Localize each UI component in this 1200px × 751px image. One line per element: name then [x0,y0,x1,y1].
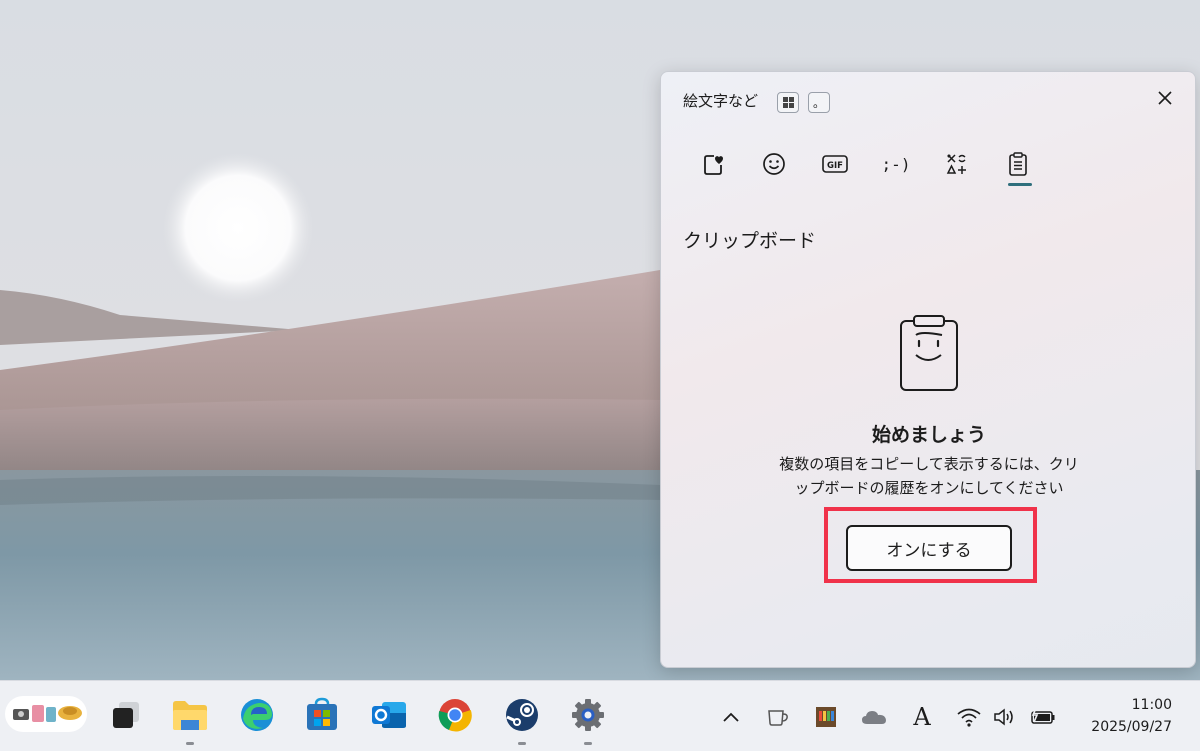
section-title: クリップボード [683,230,817,252]
emoji-clipboard-panel: 絵文字など 。 GIF ;-) クリップボード 始めましょう 複数の項目をコピー… [660,71,1196,668]
running-indicator [186,742,194,745]
smiley-icon [763,153,785,175]
tab-favorites[interactable] [691,142,735,186]
steam-icon [506,699,538,731]
gear-icon [572,699,604,731]
widgets-icon [5,696,87,732]
cup-icon [768,710,788,726]
battery-charging-icon [1031,707,1055,724]
tab-emoji[interactable] [752,142,796,186]
taskbar-microsoft-store[interactable] [298,691,346,739]
happy-clipboard-icon [900,315,958,391]
cloud-icon [862,711,886,724]
chrome-icon [438,699,472,732]
wifi-icon [957,708,981,727]
running-indicator [584,742,592,745]
tray-battery[interactable] [1026,701,1060,733]
tray-wifi[interactable] [952,701,986,733]
tab-clipboard[interactable] [996,142,1040,186]
taskbar-steam[interactable] [498,691,546,745]
tab-symbols[interactable] [935,142,979,186]
running-indicator [518,742,526,745]
taskbar: A 11:00 2025/09/27 [0,680,1200,751]
tab-gif[interactable]: GIF [813,142,857,186]
show-hidden-icons-button[interactable] [714,701,748,733]
taskbar-widgets[interactable] [4,689,88,739]
clock-date: 2025/09/27 [1091,719,1172,735]
gif-icon: GIF [822,155,848,173]
ime-mode-label: A [913,703,931,731]
period-key-hint: 。 [808,92,830,113]
clock-time: 11:00 [1131,697,1172,713]
volume-icon [994,708,1013,726]
taskbar-chrome[interactable] [431,691,479,739]
taskbar-file-explorer[interactable] [166,691,214,745]
tray-app[interactable] [809,701,843,733]
tray-cup[interactable] [761,701,795,733]
description-line-1: 複数の項目をコピーして表示するには、クリ [779,455,1079,473]
app-icon [816,707,836,727]
taskbar-edge[interactable] [233,691,281,739]
edge-icon [241,699,273,731]
taskbar-clock[interactable]: 11:00 2025/09/27 [1091,694,1172,738]
taskbar-settings[interactable] [564,691,612,745]
symbols-icon [946,154,966,174]
description-line-2: ップボードの履歴をオンにしてください [794,479,1064,497]
tray-onedrive[interactable] [857,701,891,733]
svg-text:GIF: GIF [827,161,843,171]
panel-title: 絵文字など [683,92,759,110]
selected-tab-indicator [1008,183,1032,186]
category-tabs: GIF ;-) [683,142,1043,192]
tray-ime-mode[interactable]: A [905,701,939,733]
task-view-icon [113,702,139,728]
heart-icon [704,155,723,175]
chevron-up-icon [723,712,739,722]
outlook-icon [372,702,406,728]
turn-on-button[interactable]: オンにする [846,525,1012,571]
tab-kaomoji[interactable]: ;-) [874,142,918,186]
empty-state-heading: 始めましょう [871,424,986,446]
taskbar-task-view[interactable] [102,691,150,739]
folder-icon [173,701,207,730]
store-icon [307,697,337,730]
empty-state-description: 複数の項目をコピーして表示するには、クリ ップボードの履歴をオンにしてください [729,452,1129,500]
close-icon [1158,91,1172,105]
clipboard-icon [1009,152,1027,176]
taskbar-outlook[interactable] [365,691,413,739]
close-button[interactable] [1151,84,1179,112]
windows-key-icon [777,92,799,113]
tray-volume[interactable] [988,701,1022,733]
kaomoji-label: ;-) [881,154,911,174]
